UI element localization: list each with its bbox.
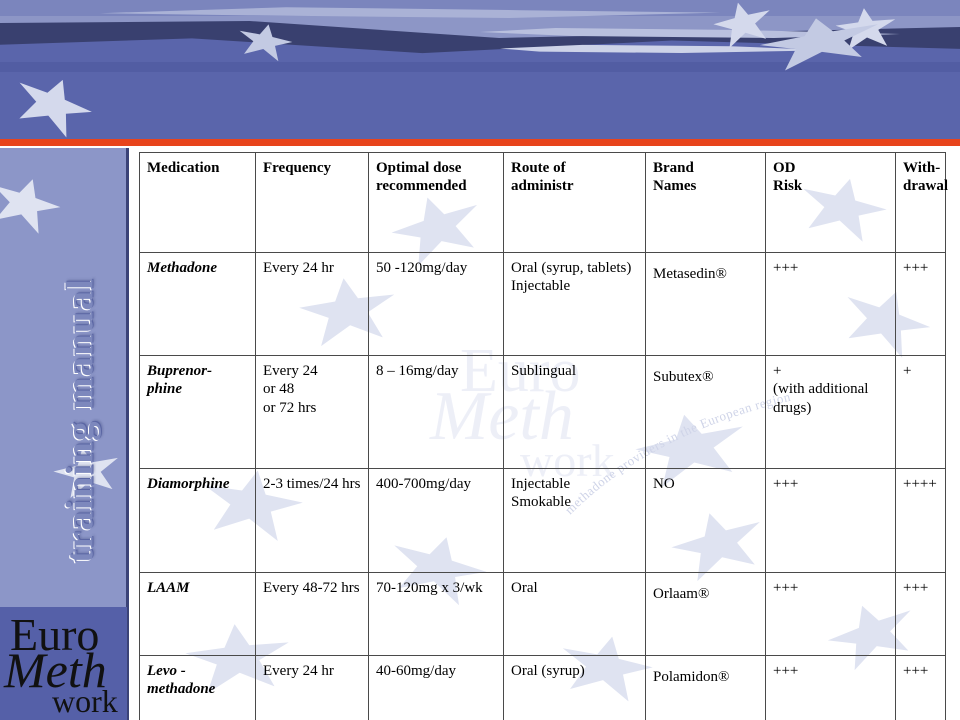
cell-withdrawal: +++ (895, 655, 946, 720)
cell-withdrawal: +++ (895, 572, 946, 656)
table-row: LAAM Every 48-72 hrs 70-120mg x 3/wk Ora… (139, 572, 946, 656)
cell-route: Injectable Smokable (503, 468, 646, 573)
cell-medication: LAAM (139, 572, 256, 656)
cell-od-risk: +++ (765, 572, 896, 656)
cell-brand: Metasedin® (645, 252, 766, 356)
cell-brand: Orlaam® (645, 572, 766, 656)
cell-od-risk: +++ (765, 252, 896, 356)
cell-frequency: Every 24 or 48 or 72 hrs (255, 355, 369, 469)
cell-dose: 40-60mg/day (368, 655, 504, 720)
table-body: Methadone Every 24 hr 50 -120mg/day Oral… (139, 252, 946, 720)
accent-red-stripe (0, 139, 960, 146)
logo-line-work: work (52, 683, 118, 719)
star-icon (0, 168, 66, 237)
column-header-route: Route of administr (503, 152, 646, 253)
table-row: Levo - methadone Every 24 hr 40-60mg/day … (139, 655, 946, 720)
cell-dose: 400-700mg/day (368, 468, 504, 573)
accent-red-underline (0, 146, 960, 148)
cell-frequency: Every 24 hr (255, 655, 369, 720)
column-header-optimal-dose: Optimal dose recommended (368, 152, 504, 253)
medication-comparison-table: Medication Frequency Optimal dose recomme… (139, 152, 948, 720)
cell-route: Oral (syrup) (503, 655, 646, 720)
slide-root: training manual Euro Meth work Euro Meth… (0, 0, 960, 720)
cell-medication: Levo - methadone (139, 655, 256, 720)
cell-route: Oral (503, 572, 646, 656)
cell-dose: 8 – 16mg/day (368, 355, 504, 469)
cell-withdrawal: ++++ (895, 468, 946, 573)
medication-table-container: Medication Frequency Optimal dose recomme… (139, 152, 948, 720)
header-banner (0, 0, 960, 148)
column-header-medication: Medication (139, 152, 256, 253)
cell-route: Oral (syrup, tablets) Injectable (503, 252, 646, 356)
cell-brand: Subutex® (645, 355, 766, 469)
column-header-withdrawal: With-drawal (895, 152, 948, 253)
column-header-frequency: Frequency (255, 152, 369, 253)
cell-dose: 70-120mg x 3/wk (368, 572, 504, 656)
euromethwork-logo: Euro Meth work (0, 607, 127, 720)
cell-od-risk: +++ (765, 655, 896, 720)
table-row: Buprenor-phine Every 24 or 48 or 72 hrs 8 … (139, 355, 946, 469)
column-header-od-risk: OD Risk (765, 152, 896, 253)
cell-brand: NO (645, 468, 766, 573)
cell-od-risk: +++ (765, 468, 896, 573)
cell-withdrawal: + (895, 355, 946, 469)
cell-brand: Polamidon® (645, 655, 766, 720)
cell-medication: Buprenor-phine (139, 355, 256, 469)
cell-frequency: 2-3 times/24 hrs (255, 468, 369, 573)
table-header-row: Medication Frequency Optimal dose recomme… (139, 152, 948, 253)
cell-frequency: Every 24 hr (255, 252, 369, 356)
cell-withdrawal: +++ (895, 252, 946, 356)
cell-medication: Methadone (139, 252, 256, 356)
cell-route: Sublingual (503, 355, 646, 469)
banner-body (0, 62, 960, 142)
table-row: Methadone Every 24 hr 50 -120mg/day Oral… (139, 252, 946, 356)
cell-dose: 50 -120mg/day (368, 252, 504, 356)
sidebar-vertical-title: training manual (58, 278, 102, 563)
banner-body-shade (0, 62, 960, 72)
cell-frequency: Every 48-72 hrs (255, 572, 369, 656)
table-row: Diamorphine 2-3 times/24 hrs 400-700mg/d… (139, 468, 946, 573)
column-header-brand-names: Brand Names (645, 152, 766, 253)
cell-od-risk: + (with additional drugs) (765, 355, 896, 469)
cell-medication: Diamorphine (139, 468, 256, 573)
